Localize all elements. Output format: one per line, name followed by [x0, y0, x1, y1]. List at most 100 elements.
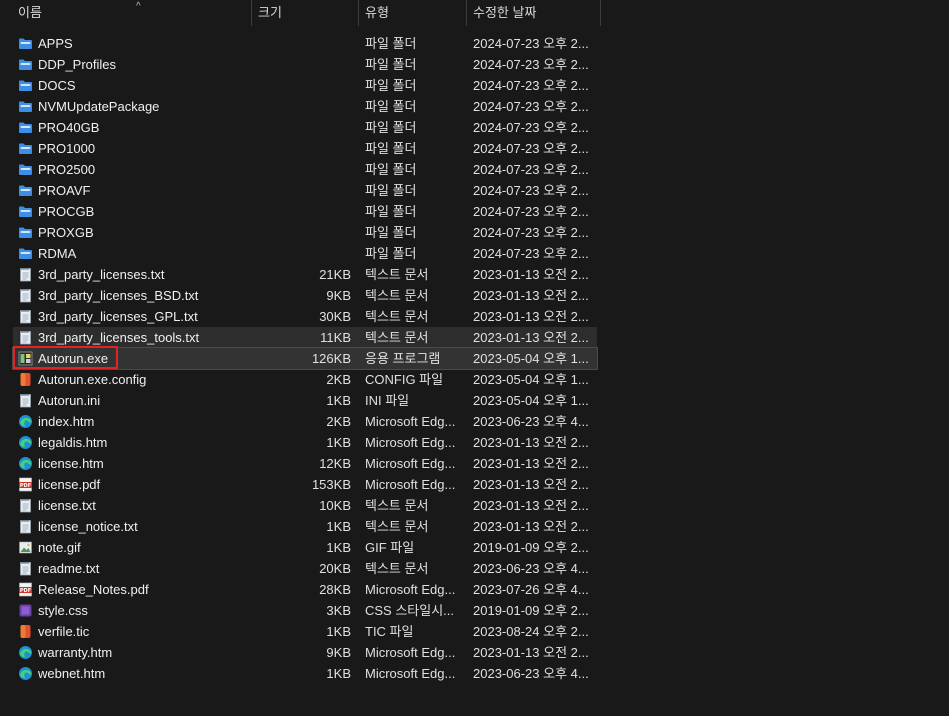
file-name: PRO2500: [38, 162, 96, 177]
file-row-index-htm[interactable]: index.htm 2KB Microsoft Edg... 2023-06-23 오…: [13, 411, 597, 432]
file-name: license.txt: [38, 498, 96, 513]
file-type: INI 파일: [365, 393, 410, 408]
file-row-autorun-exe[interactable]: Autorun.exe 126KB 응용 프로그램 2023-05-04 오후 1..…: [12, 346, 598, 370]
file-row-legaldis-htm[interactable]: legaldis.htm 1KB Microsoft Edg... 2023-01-1…: [13, 432, 597, 453]
folder-icon: [18, 120, 33, 135]
file-type: 파일 폴더: [365, 246, 417, 261]
file-size: 20KB: [319, 561, 351, 576]
column-header-name[interactable]: 이름 ^: [12, 0, 252, 26]
file-name: legaldis.htm: [38, 435, 108, 450]
file-name: readme.txt: [38, 561, 100, 576]
file-type: 파일 폴더: [365, 183, 417, 198]
file-date: 2023-05-04 오후 1...: [473, 393, 589, 408]
file-row-docs[interactable]: DOCS 파일 폴더 2024-07-23 오후 2...: [13, 75, 597, 96]
file-row-webnet-htm[interactable]: webnet.htm 1KB Microsoft Edg... 2023-06-23 …: [13, 663, 597, 684]
file-row-autorun-exe-config[interactable]: Autorun.exe.config 2KB CONFIG 파일 2023-05-04…: [13, 369, 597, 390]
file-size: 1KB: [326, 540, 351, 555]
column-header-size[interactable]: 크기: [252, 0, 358, 26]
file-row-license-notice-txt[interactable]: license_notice.txt 1KB 텍스트 문서 2023-01-13 오전…: [13, 516, 597, 537]
file-size: 2KB: [326, 414, 351, 429]
folder-icon: [18, 204, 33, 219]
file-row-note-gif[interactable]: note.gif 1KB GIF 파일 2019-01-09 오후 2...: [13, 537, 597, 558]
file-name: PRO40GB: [38, 120, 100, 135]
file-date: 2023-01-13 오전 2...: [473, 456, 589, 471]
file-type: 파일 폴더: [365, 78, 417, 93]
file-row-proxgb[interactable]: PROXGB 파일 폴더 2024-07-23 오후 2...: [13, 222, 597, 243]
file-size: 9KB: [326, 288, 351, 303]
edge-icon: [18, 456, 33, 471]
column-divider[interactable]: [600, 0, 601, 26]
file-name: PROXGB: [38, 225, 94, 240]
file-date: 2023-01-13 오전 2...: [473, 477, 589, 492]
file-row-rdma[interactable]: RDMA 파일 폴더 2024-07-23 오후 2...: [13, 243, 597, 264]
file-size: 30KB: [319, 309, 351, 324]
file-list-view[interactable]: 이름 ^ 크기 유형 수정한 날짜 APPS 파일 폴더 2024-07-23 오후…: [0, 0, 601, 716]
file-row-procgb[interactable]: PROCGB 파일 폴더 2024-07-23 오후 2...: [13, 201, 597, 222]
file-date: 2023-06-23 오후 4...: [473, 414, 589, 429]
file-row-3rd-party-licenses-bsd-txt[interactable]: 3rd_party_licenses_BSD.txt 9KB 텍스트 문서 2023-…: [13, 285, 597, 306]
file-row-release-notes-pdf[interactable]: PDF Release_Notes.pdf 28KB Microsoft Edg...…: [13, 579, 597, 600]
file-row-pro1000[interactable]: PRO1000 파일 폴더 2024-07-23 오후 2...: [13, 138, 597, 159]
file-name: license.pdf: [38, 477, 101, 492]
file-name: Release_Notes.pdf: [38, 582, 149, 597]
file-date: 2024-07-23 오후 2...: [473, 120, 589, 135]
file-type: 파일 폴더: [365, 120, 417, 135]
file-date: 2024-07-23 오후 2...: [473, 183, 589, 198]
application-icon: [18, 351, 33, 366]
file-name: license.htm: [38, 456, 104, 471]
image-icon: [18, 540, 33, 555]
file-date: 2023-01-13 오전 2...: [473, 519, 589, 534]
folder-icon: [18, 141, 33, 156]
file-type: Microsoft Edg...: [365, 477, 456, 492]
file-row-3rd-party-licenses-txt[interactable]: 3rd_party_licenses.txt 21KB 텍스트 문서 2023-01-…: [13, 264, 597, 285]
file-row-apps[interactable]: APPS 파일 폴더 2024-07-23 오후 2...: [13, 33, 597, 54]
file-name: 3rd_party_licenses.txt: [38, 267, 165, 282]
file-name: 3rd_party_licenses_GPL.txt: [38, 309, 198, 324]
file-row-proavf[interactable]: PROAVF 파일 폴더 2024-07-23 오후 2...: [13, 180, 597, 201]
file-date: 2023-01-13 오전 2...: [473, 645, 589, 660]
column-header-type[interactable]: 유형: [359, 0, 466, 26]
file-row-3rd-party-licenses-tools-txt[interactable]: 3rd_party_licenses_tools.txt 11KB 텍스트 문서 20…: [13, 327, 597, 348]
file-row-verfile-tic[interactable]: verfile.tic 1KB TIC 파일 2023-08-24 오후 2...: [13, 621, 597, 642]
pdf-icon: PDF: [18, 582, 33, 597]
file-row-pro2500[interactable]: PRO2500 파일 폴더 2024-07-23 오후 2...: [13, 159, 597, 180]
file-row-style-css[interactable]: style.css 3KB CSS 스타일시... 2019-01-09 오후 2..…: [13, 600, 597, 621]
file-type: 텍스트 문서: [365, 267, 429, 282]
text-file-icon: [18, 393, 33, 408]
file-size: 1KB: [326, 624, 351, 639]
file-size: 12KB: [319, 456, 351, 471]
file-row-license-htm[interactable]: license.htm 12KB Microsoft Edg... 2023-01-1…: [13, 453, 597, 474]
file-date: 2024-07-23 오후 2...: [473, 57, 589, 72]
folder-icon: [18, 162, 33, 177]
file-row-nvmupdatepackage[interactable]: NVMUpdatePackage 파일 폴더 2024-07-23 오후 2...: [13, 96, 597, 117]
file-row-autorun-ini[interactable]: Autorun.ini 1KB INI 파일 2023-05-04 오후 1...: [13, 390, 597, 411]
file-date: 2023-05-04 오후 1...: [473, 351, 589, 366]
file-date: 2019-01-09 오후 2...: [473, 603, 589, 618]
file-row-license-txt[interactable]: license.txt 10KB 텍스트 문서 2023-01-13 오전 2...: [13, 495, 597, 516]
file-type: Microsoft Edg...: [365, 582, 456, 597]
folder-icon: [18, 99, 33, 114]
file-row-pro40gb[interactable]: PRO40GB 파일 폴더 2024-07-23 오후 2...: [13, 117, 597, 138]
file-row-readme-txt[interactable]: readme.txt 20KB 텍스트 문서 2023-06-23 오후 4...: [13, 558, 597, 579]
file-size: 21KB: [319, 267, 351, 282]
column-header-date[interactable]: 수정한 날짜: [467, 0, 600, 26]
file-row-warranty-htm[interactable]: warranty.htm 9KB Microsoft Edg... 2023-01-1…: [13, 642, 597, 663]
file-type: Microsoft Edg...: [365, 666, 456, 681]
file-type: 텍스트 문서: [365, 309, 429, 324]
file-date: 2023-01-13 오전 2...: [473, 267, 589, 282]
file-name: PROAVF: [38, 183, 91, 198]
file-type: 파일 폴더: [365, 162, 417, 177]
file-type: CSS 스타일시...: [365, 603, 455, 618]
file-row-ddp-profiles[interactable]: DDP_Profiles 파일 폴더 2024-07-23 오후 2...: [13, 54, 597, 75]
file-name: Autorun.exe.config: [38, 372, 147, 387]
file-name: 3rd_party_licenses_tools.txt: [38, 330, 200, 345]
column-header-size-label: 크기: [258, 5, 282, 20]
file-size: 10KB: [319, 498, 351, 513]
file-name: PRO1000: [38, 141, 96, 156]
file-row-3rd-party-licenses-gpl-txt[interactable]: 3rd_party_licenses_GPL.txt 30KB 텍스트 문서 2023…: [13, 306, 597, 327]
file-row-license-pdf[interactable]: PDF license.pdf 153KB Microsoft Edg... 2023-…: [13, 474, 597, 495]
file-type: 파일 폴더: [365, 99, 417, 114]
file-date: 2024-07-23 오후 2...: [473, 99, 589, 114]
pdf-icon: PDF: [18, 477, 33, 492]
file-size: 11KB: [320, 330, 351, 345]
